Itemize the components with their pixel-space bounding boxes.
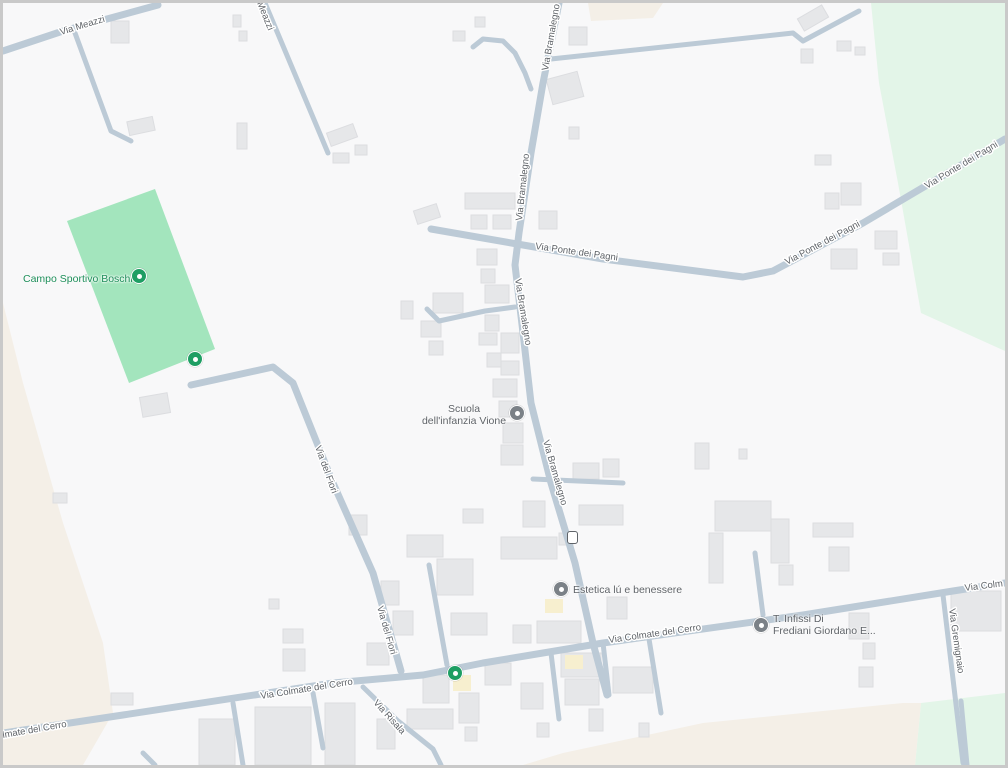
road-label-via-colmate-del-cerro-mid: Via Colmate del Cerro bbox=[608, 622, 702, 646]
park-pin-icon[interactable] bbox=[447, 665, 463, 681]
school-icon[interactable] bbox=[509, 405, 525, 421]
poi-label-infissi-line1: T. Infissi Di bbox=[773, 613, 824, 625]
poi-label-scuola[interactable]: Scuola dell'infanzia Vione bbox=[419, 403, 509, 427]
map-canvas[interactable]: Via Meazzi Meazzi Via Bramalegno Via Bra… bbox=[0, 0, 1008, 768]
sand-area-top bbox=[588, 3, 663, 21]
location-pin-icon[interactable] bbox=[753, 617, 769, 633]
park-pin-icon[interactable] bbox=[131, 268, 147, 284]
road-label-via-bramalegno-top: Via Bramalegno bbox=[540, 3, 563, 71]
road-label-meazzi: Meazzi bbox=[254, 3, 275, 32]
location-pin-icon[interactable] bbox=[553, 581, 569, 597]
sand-area-left bbox=[3, 303, 113, 765]
park-pin-icon[interactable] bbox=[187, 351, 203, 367]
road-label-via-colmate-del-cerro-left: Via Colmate del Cerro bbox=[260, 677, 354, 702]
poi-label-scuola-line1: Scuola bbox=[447, 403, 481, 415]
sand-area-bottom bbox=[523, 703, 921, 765]
highlighted-lot bbox=[545, 599, 563, 613]
poi-label-scuola-line2: dell'infanzia Vione bbox=[421, 415, 507, 427]
poi-label-infissi-line2: Frediani Giordano E... bbox=[773, 625, 876, 637]
poi-label-campo-sportivo[interactable]: Campo Sportivo Boschi bbox=[23, 273, 133, 285]
road-label-via-del-fiori-upper: Via del Fiori bbox=[312, 444, 339, 495]
transit-stop-icon[interactable] bbox=[567, 531, 578, 544]
road-label-via-meazzi: Via Meazzi bbox=[59, 14, 106, 38]
road-label-via-ponte-dei-pagni-mid: Via Ponte dei Pagni bbox=[535, 241, 619, 263]
poi-label-estetica[interactable]: Estetica lú e benessere bbox=[573, 584, 682, 596]
map-svg[interactable]: Via Meazzi Meazzi Via Bramalegno Via Bra… bbox=[3, 3, 1005, 765]
highlighted-lot bbox=[565, 655, 583, 669]
poi-label-infissi[interactable]: T. Infissi Di Frediani Giordano E... bbox=[773, 613, 876, 637]
